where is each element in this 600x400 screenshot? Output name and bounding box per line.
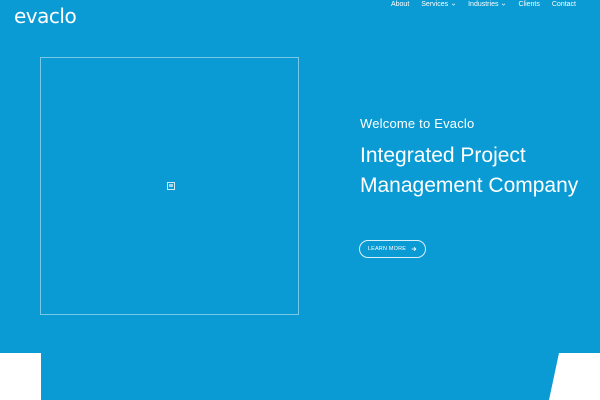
- nav-item-label: Services: [421, 1, 449, 8]
- hero-title: Integrated Project Management Company: [360, 144, 579, 197]
- learn-more-button[interactable]: LEARN MORE: [359, 240, 426, 258]
- nav-item-services[interactable]: Services: [421, 1, 456, 8]
- chevron-down-icon: [502, 3, 506, 6]
- nav-item-about[interactable]: About: [391, 1, 409, 8]
- hero-subtitle: Welcome to Evaclo: [360, 116, 475, 131]
- nav-item-label: Clients: [518, 1, 540, 8]
- learn-more-label: LEARN MORE: [367, 246, 407, 252]
- nav-item-contact[interactable]: Contact: [552, 1, 576, 8]
- nav-item-clients[interactable]: Clients: [518, 1, 539, 8]
- broken-image-icon: [167, 182, 175, 190]
- hero-media-frame: [40, 57, 299, 315]
- nav-item-industries[interactable]: Industries: [468, 1, 506, 8]
- nav-item-label: About: [390, 1, 410, 8]
- logo[interactable]: evaclo: [14, 4, 77, 28]
- hero-bottom-shape-svg: [41, 353, 559, 400]
- nav-item-label: Industries: [468, 1, 499, 8]
- nav-item-label: Contact: [551, 1, 576, 8]
- main-nav: About Services Industries Clients Contac…: [391, 1, 576, 8]
- arrow-right-icon: [411, 246, 417, 252]
- page: evaclo About Services Industries Clients…: [0, 0, 600, 400]
- chevron-down-icon: [451, 3, 456, 6]
